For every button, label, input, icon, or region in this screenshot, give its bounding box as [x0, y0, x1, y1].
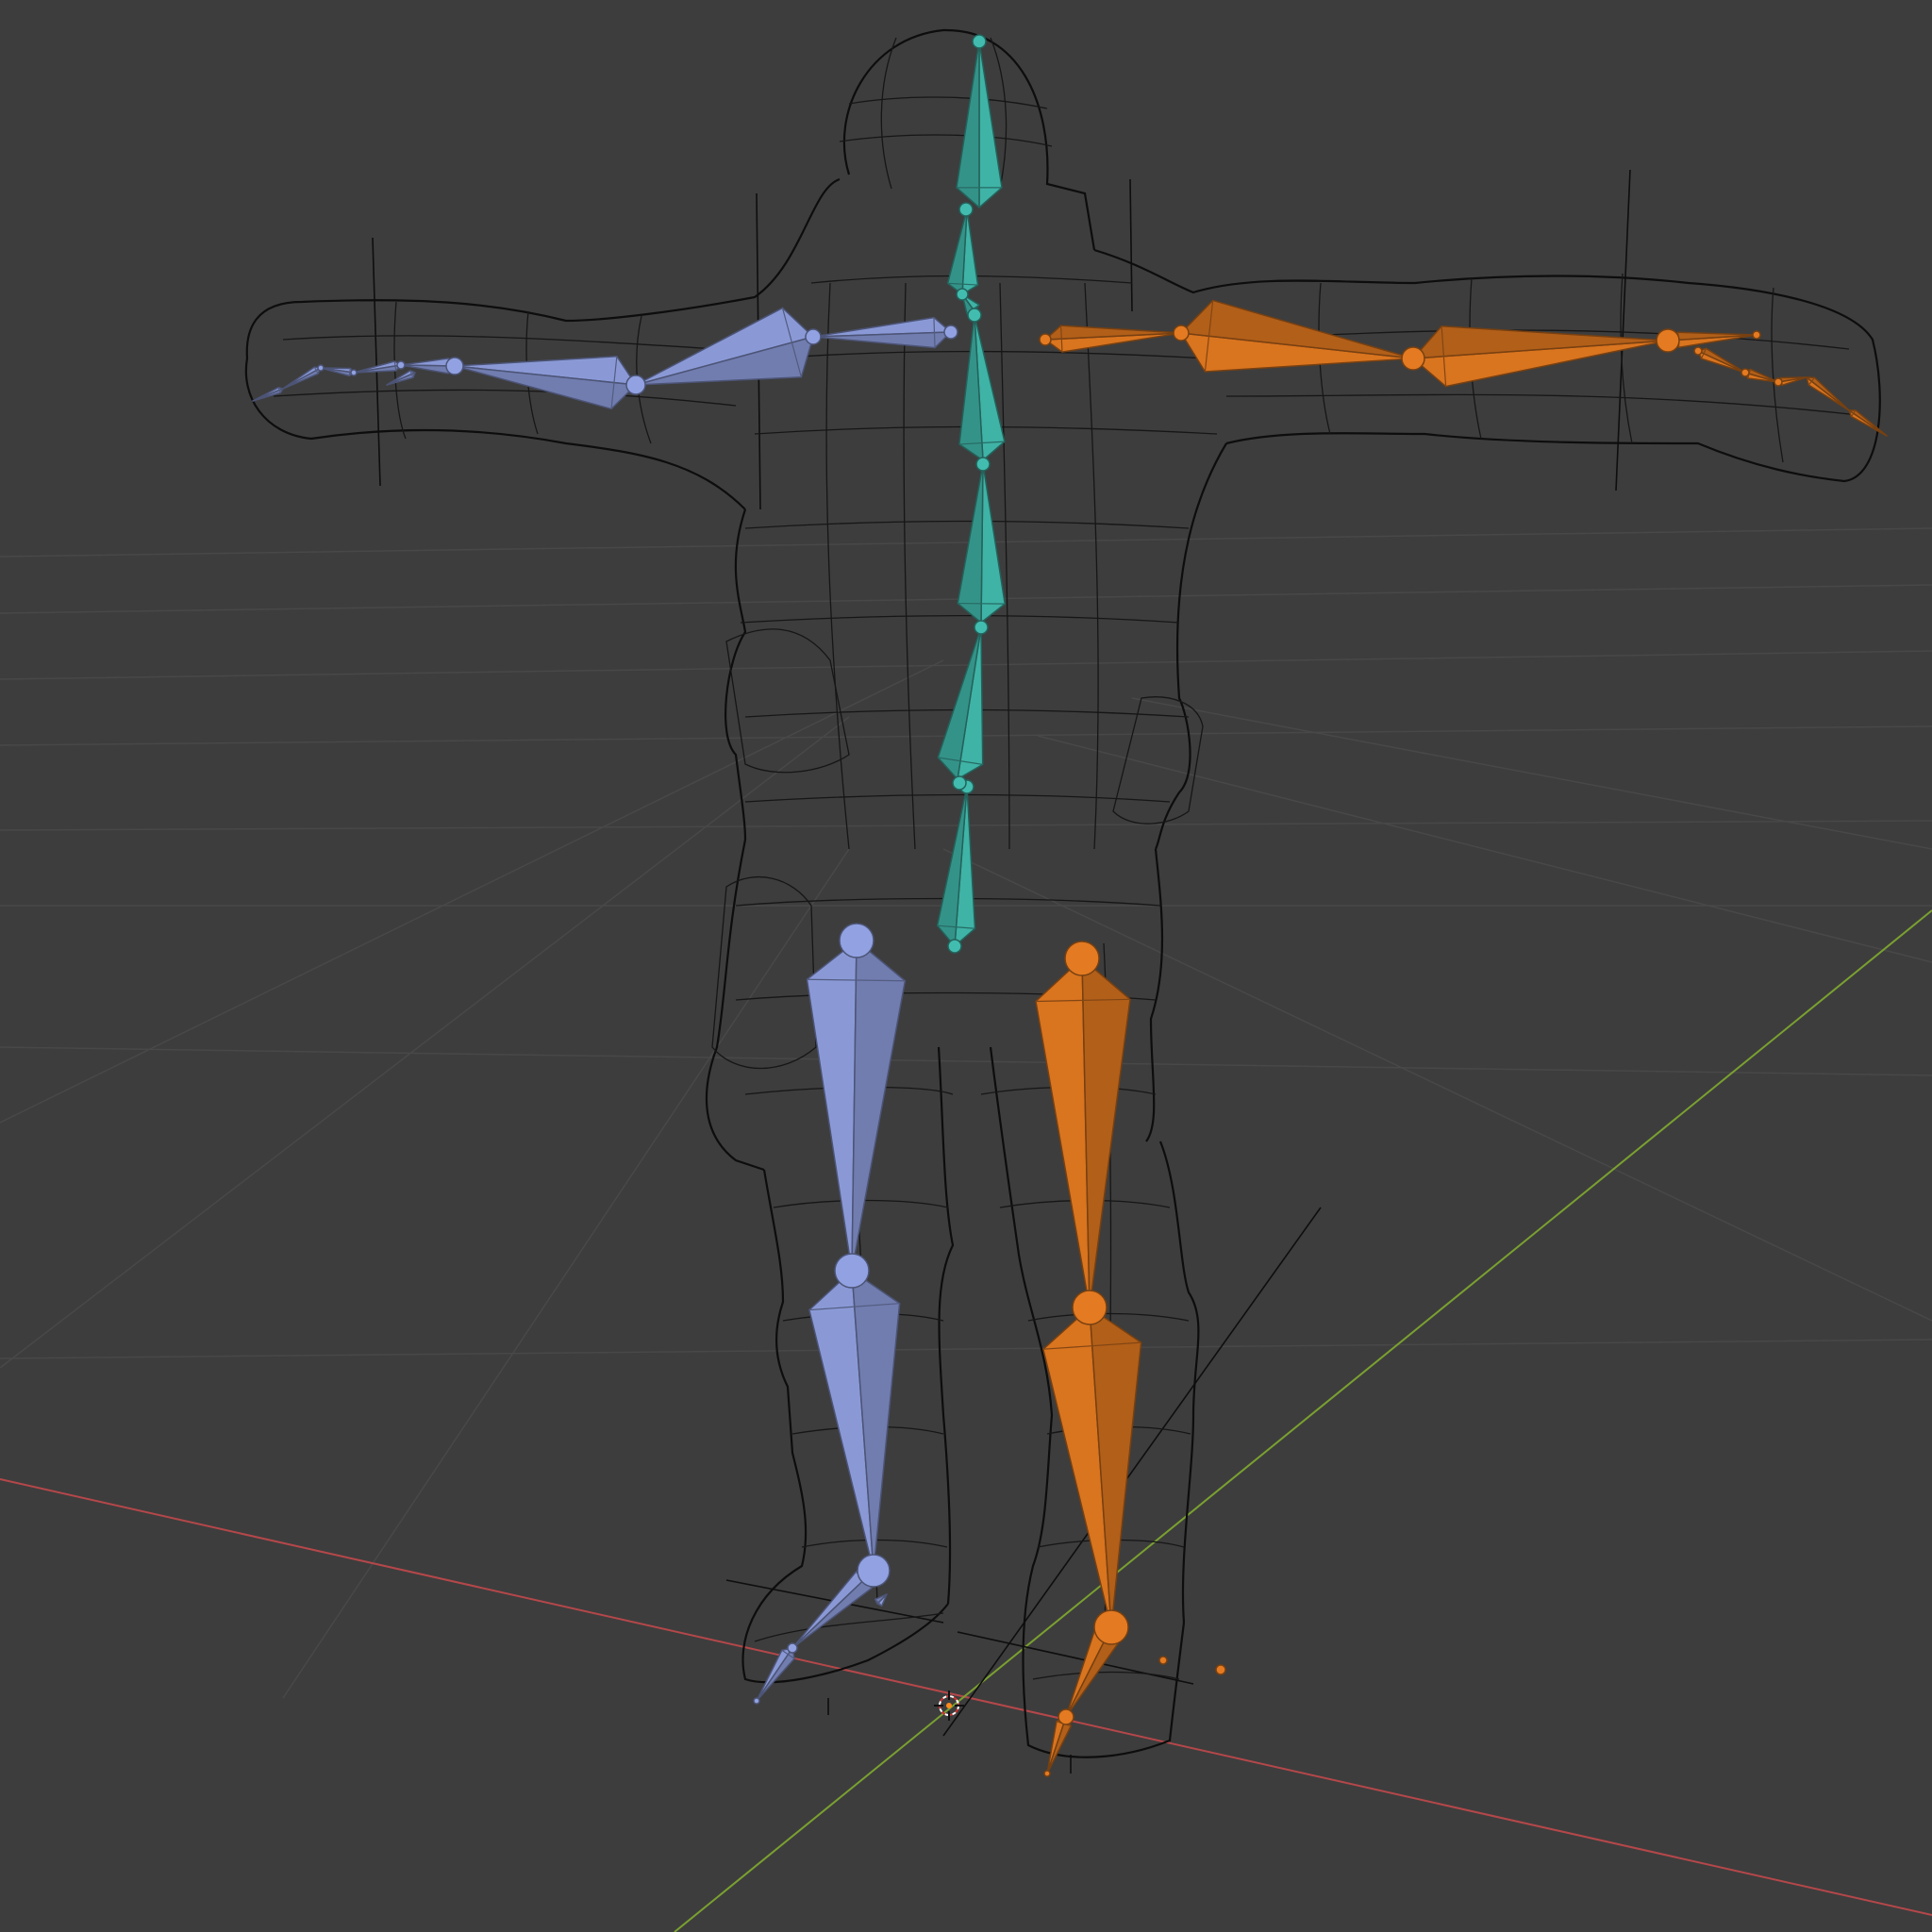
joint-spine-7[interactable]: [958, 202, 974, 217]
joint-arm-l-6[interactable]: [317, 364, 325, 372]
joint-arm-r-7[interactable]: [1774, 377, 1783, 387]
bone-spine[interactable]: [937, 626, 984, 780]
bone-foot-l[interactable]: [791, 1570, 874, 1649]
bone-shoulder-l[interactable]: [812, 316, 952, 349]
joint-arm-r-5[interactable]: [1693, 346, 1703, 356]
bone-thigh-l[interactable]: [806, 940, 907, 1272]
bone-finger-r5[interactable]: [1848, 409, 1888, 437]
bone-thumb-l[interactable]: [386, 370, 416, 386]
joint-leg-r-3[interactable]: [1058, 1708, 1074, 1725]
bone-upper-arm-r[interactable]: [1180, 299, 1414, 373]
joint-arm-r-2[interactable]: [1401, 346, 1425, 371]
bone-upper-arm-l[interactable]: [635, 307, 814, 386]
joint-leg-l-2[interactable]: [857, 1554, 891, 1588]
joint-leg-r-5[interactable]: [1158, 1656, 1168, 1665]
bone-finger-l4[interactable]: [252, 387, 284, 402]
joint-leg-r-4[interactable]: [1043, 1770, 1051, 1777]
joint-leg-l-4[interactable]: [753, 1697, 760, 1705]
bone-spine1[interactable]: [957, 463, 1006, 624]
bone-finger-l1[interactable]: [353, 360, 402, 374]
joint-arm-l-0[interactable]: [943, 325, 958, 340]
bone-finger-l3[interactable]: [282, 366, 322, 390]
joint-leg-l-1[interactable]: [834, 1253, 870, 1289]
joint-leg-r-2[interactable]: [1093, 1609, 1129, 1645]
bone-shin-l[interactable]: [808, 1270, 901, 1572]
bone-spine2[interactable]: [958, 314, 1006, 461]
bone-hand-r[interactable]: [1667, 331, 1757, 349]
joint-leg-r-6[interactable]: [1215, 1664, 1226, 1675]
joint-arm-r-1[interactable]: [1173, 325, 1190, 341]
bone-shoulder-r[interactable]: [1044, 325, 1182, 353]
joint-arm-l-3[interactable]: [445, 357, 464, 375]
bone-shin-r[interactable]: [1042, 1307, 1142, 1628]
joint-leg-l-0[interactable]: [839, 923, 874, 958]
character-mesh[interactable]: [244, 28, 1881, 1758]
joint-arm-l-5[interactable]: [350, 369, 358, 376]
empty-markers: [372, 169, 1631, 1774]
joint-arm-l-1[interactable]: [805, 328, 822, 345]
joint-spine-2[interactable]: [952, 775, 967, 791]
bone-hips[interactable]: [936, 786, 976, 947]
joint-leg-r-0[interactable]: [1064, 941, 1100, 976]
joint-spine-5[interactable]: [967, 308, 982, 323]
joint-spine-3[interactable]: [974, 620, 989, 635]
joint-arm-r-4[interactable]: [1752, 330, 1761, 340]
bone-finger-r4[interactable]: [1806, 376, 1850, 411]
joint-spine-0[interactable]: [947, 939, 962, 954]
joint-leg-l-3[interactable]: [787, 1642, 798, 1654]
x-axis-line: [0, 1478, 1932, 1916]
bone-forearm-l[interactable]: [454, 356, 637, 410]
joint-arm-l-2[interactable]: [625, 375, 646, 395]
joint-leg-r-1[interactable]: [1072, 1290, 1108, 1325]
3d-viewport[interactable]: [0, 0, 1932, 1932]
bone-head[interactable]: [956, 41, 1003, 208]
bone-finger-l2[interactable]: [320, 367, 355, 377]
joint-arm-r-0[interactable]: [1039, 333, 1052, 346]
joint-spine-6[interactable]: [956, 288, 969, 301]
joint-arm-r-3[interactable]: [1656, 328, 1680, 353]
origin-icon: [946, 1703, 952, 1708]
joint-spine-4[interactable]: [975, 457, 991, 472]
bone-toe-r[interactable]: [1046, 1716, 1072, 1774]
bone-neck1[interactable]: [946, 208, 979, 295]
bone-thigh-r[interactable]: [1035, 958, 1131, 1308]
joint-arm-l-4[interactable]: [396, 360, 406, 370]
joint-spine-8[interactable]: [972, 34, 987, 49]
bone-forearm-r[interactable]: [1412, 325, 1669, 388]
bone-finger-r1[interactable]: [1697, 347, 1746, 374]
viewport-canvas[interactable]: [0, 0, 1932, 1932]
joint-arm-r-6[interactable]: [1740, 368, 1750, 377]
bone-toe-l[interactable]: [756, 1647, 795, 1702]
